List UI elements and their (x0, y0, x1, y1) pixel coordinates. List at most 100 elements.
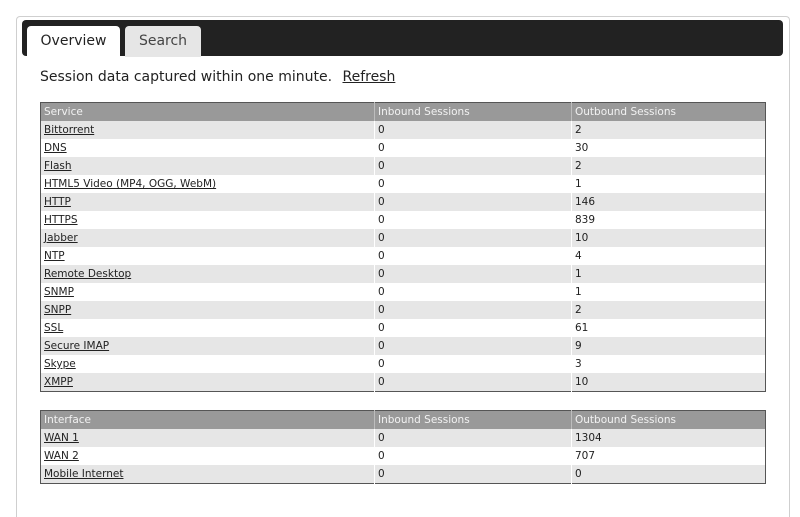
inbound-sessions-cell: 0 (374, 373, 572, 392)
service-link[interactable]: Secure IMAP (44, 340, 109, 352)
inbound-sessions-cell: 0 (374, 175, 572, 193)
service-link[interactable]: XMPP (44, 376, 73, 388)
outbound-sessions-cell: 2 (571, 121, 766, 139)
service-link[interactable]: HTML5 Video (MP4, OGG, WebM) (44, 178, 216, 190)
outbound-sessions-cell: 1 (571, 265, 766, 283)
interface-row: WAN 1 0 1304 (40, 429, 766, 447)
outbound-sessions-cell: 0 (571, 465, 766, 484)
name-cell: HTML5 Video (MP4, OGG, WebM) (40, 175, 375, 193)
services-table: Service Inbound Sessions Outbound Sessio… (40, 102, 766, 392)
name-cell: WAN 2 (40, 447, 375, 465)
column-header-interface: Interface (40, 410, 375, 429)
intro-line: Session data captured within one minute.… (40, 69, 395, 85)
interface-link[interactable]: WAN 2 (44, 450, 79, 462)
name-cell: HTTP (40, 193, 375, 211)
interfaces-header-row: Interface Inbound Sessions Outbound Sess… (40, 410, 766, 429)
inbound-sessions-cell: 0 (374, 265, 572, 283)
name-cell: Remote Desktop (40, 265, 375, 283)
outbound-sessions-cell: 1304 (571, 429, 766, 447)
name-cell: Secure IMAP (40, 337, 375, 355)
inbound-sessions-cell: 0 (374, 193, 572, 211)
service-link[interactable]: HTTPS (44, 214, 78, 226)
tab-overview[interactable]: Overview (27, 26, 120, 57)
interface-link[interactable]: WAN 1 (44, 432, 79, 444)
outbound-sessions-cell: 2 (571, 301, 766, 319)
outbound-sessions-cell: 4 (571, 247, 766, 265)
service-row: HTTPS 0 839 (40, 211, 766, 229)
service-link[interactable]: DNS (44, 142, 67, 154)
service-row: SNMP 0 1 (40, 283, 766, 301)
service-row: SNPP 0 2 (40, 301, 766, 319)
outbound-sessions-cell: 1 (571, 283, 766, 301)
inbound-sessions-cell: 0 (374, 247, 572, 265)
inbound-sessions-cell: 0 (374, 139, 572, 157)
service-row: Bittorrent 0 2 (40, 121, 766, 139)
service-row: HTML5 Video (MP4, OGG, WebM) 0 1 (40, 175, 766, 193)
service-row: Flash 0 2 (40, 157, 766, 175)
name-cell: HTTPS (40, 211, 375, 229)
interface-link[interactable]: Mobile Internet (44, 468, 123, 480)
service-row: NTP 0 4 (40, 247, 766, 265)
outbound-sessions-cell: 10 (571, 229, 766, 247)
service-link[interactable]: Remote Desktop (44, 268, 131, 280)
service-row: Remote Desktop 0 1 (40, 265, 766, 283)
service-link[interactable]: SNPP (44, 304, 71, 316)
service-link[interactable]: Flash (44, 160, 72, 172)
inbound-sessions-cell: 0 (374, 465, 572, 484)
name-cell: Skype (40, 355, 375, 373)
column-header-inbound: Inbound Sessions (374, 410, 572, 429)
outbound-sessions-cell: 2 (571, 157, 766, 175)
service-link[interactable]: SNMP (44, 286, 74, 298)
outbound-sessions-cell: 10 (571, 373, 766, 392)
outbound-sessions-cell: 3 (571, 355, 766, 373)
service-row: SSL 0 61 (40, 319, 766, 337)
tab-search[interactable]: Search (125, 26, 201, 57)
inbound-sessions-cell: 0 (374, 355, 572, 373)
inbound-sessions-cell: 0 (374, 157, 572, 175)
name-cell: SNPP (40, 301, 375, 319)
service-row: Jabber 0 10 (40, 229, 766, 247)
column-header-outbound: Outbound Sessions (571, 410, 766, 429)
tab-bar: Overview Search (22, 20, 783, 57)
inbound-sessions-cell: 0 (374, 283, 572, 301)
service-row: HTTP 0 146 (40, 193, 766, 211)
service-row: DNS 0 30 (40, 139, 766, 157)
service-link[interactable]: Jabber (44, 232, 78, 244)
service-row: XMPP 0 10 (40, 373, 766, 392)
service-row: Secure IMAP 0 9 (40, 337, 766, 355)
service-link[interactable]: Skype (44, 358, 76, 370)
service-link[interactable]: Bittorrent (44, 124, 94, 136)
inbound-sessions-cell: 0 (374, 429, 572, 447)
outbound-sessions-cell: 1 (571, 175, 766, 193)
outbound-sessions-cell: 9 (571, 337, 766, 355)
inbound-sessions-cell: 0 (374, 211, 572, 229)
service-link[interactable]: SSL (44, 322, 63, 334)
name-cell: Mobile Internet (40, 465, 375, 484)
outbound-sessions-cell: 707 (571, 447, 766, 465)
column-header-outbound: Outbound Sessions (571, 102, 766, 121)
name-cell: SNMP (40, 283, 375, 301)
name-cell: SSL (40, 319, 375, 337)
session-panel: Overview Search Session data captured wi… (16, 16, 790, 517)
services-header-row: Service Inbound Sessions Outbound Sessio… (40, 102, 766, 121)
outbound-sessions-cell: 839 (571, 211, 766, 229)
intro-text: Session data captured within one minute. (40, 69, 333, 85)
name-cell: Flash (40, 157, 375, 175)
name-cell: XMPP (40, 373, 375, 392)
name-cell: NTP (40, 247, 375, 265)
outbound-sessions-cell: 146 (571, 193, 766, 211)
outbound-sessions-cell: 30 (571, 139, 766, 157)
inbound-sessions-cell: 0 (374, 447, 572, 465)
service-row: Skype 0 3 (40, 355, 766, 373)
outbound-sessions-cell: 61 (571, 319, 766, 337)
name-cell: Bittorrent (40, 121, 375, 139)
inbound-sessions-cell: 0 (374, 121, 572, 139)
refresh-link[interactable]: Refresh (342, 69, 395, 85)
interface-row: WAN 2 0 707 (40, 447, 766, 465)
inbound-sessions-cell: 0 (374, 319, 572, 337)
column-header-inbound: Inbound Sessions (374, 102, 572, 121)
service-link[interactable]: HTTP (44, 196, 71, 208)
name-cell: Jabber (40, 229, 375, 247)
service-link[interactable]: NTP (44, 250, 65, 262)
inbound-sessions-cell: 0 (374, 337, 572, 355)
